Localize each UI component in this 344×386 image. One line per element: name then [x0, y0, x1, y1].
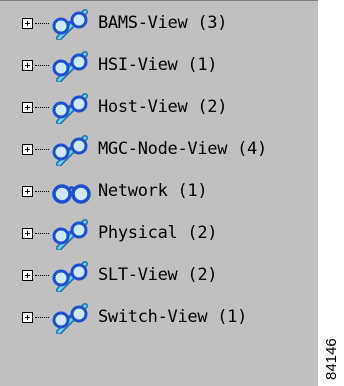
expand-icon[interactable]	[22, 186, 33, 197]
tree-node-label: Network (1)	[98, 181, 208, 201]
tree-node-label: HSI-View (1)	[98, 55, 218, 75]
tree-node-physical[interactable]: Physical (2)	[0, 214, 318, 254]
tree-node-slt-view[interactable]: SLT-View (2)	[0, 256, 318, 296]
tree-node-label: BAMS-View (3)	[98, 13, 228, 33]
tree-node-network[interactable]: Network (1)	[0, 172, 318, 212]
tree-connector	[35, 317, 49, 318]
tree-panel: BAMS-View (3) HSI-View (1) Host-View (2)	[0, 0, 318, 386]
tree-connector	[35, 149, 49, 150]
glasses-pencil-icon	[52, 51, 88, 82]
expand-icon[interactable]	[22, 312, 33, 323]
tree-node-switch-view[interactable]: Switch-View (1)	[0, 298, 318, 338]
figure-id-container: 84146	[322, 300, 342, 380]
tree-connector	[35, 233, 49, 234]
tree-node-label: Host-View (2)	[98, 97, 228, 117]
glasses-pencil-icon	[52, 303, 88, 334]
tree-node-label: Switch-View (1)	[98, 307, 248, 327]
tree-node-host-view[interactable]: Host-View (2)	[0, 88, 318, 128]
tree-connector	[35, 275, 49, 276]
expand-icon[interactable]	[22, 270, 33, 281]
glasses-icon	[52, 184, 91, 204]
glasses-pencil-icon	[52, 135, 88, 166]
expand-icon[interactable]	[22, 144, 33, 155]
figure-id: 84146	[323, 338, 340, 380]
glasses-pencil-icon	[52, 93, 88, 124]
tree-node-hsi-view[interactable]: HSI-View (1)	[0, 46, 318, 86]
glasses-pencil-icon	[52, 219, 88, 250]
tree-node-label: SLT-View (2)	[98, 265, 218, 285]
tree-node-label: Physical (2)	[98, 223, 218, 243]
glasses-pencil-icon	[52, 9, 88, 40]
expand-icon[interactable]	[22, 102, 33, 113]
tree-node-mgc-node-view[interactable]: MGC-Node-View (4)	[0, 130, 318, 170]
tree-connector	[35, 191, 49, 192]
expand-icon[interactable]	[22, 228, 33, 239]
expand-icon[interactable]	[22, 18, 33, 29]
glasses-pencil-icon	[52, 261, 88, 292]
tree-node-bams-view[interactable]: BAMS-View (3)	[0, 4, 318, 44]
expand-icon[interactable]	[22, 60, 33, 71]
tree-connector	[35, 107, 49, 108]
tree-node-label: MGC-Node-View (4)	[98, 139, 267, 159]
tree-connector	[35, 23, 49, 24]
tree-connector	[35, 65, 49, 66]
